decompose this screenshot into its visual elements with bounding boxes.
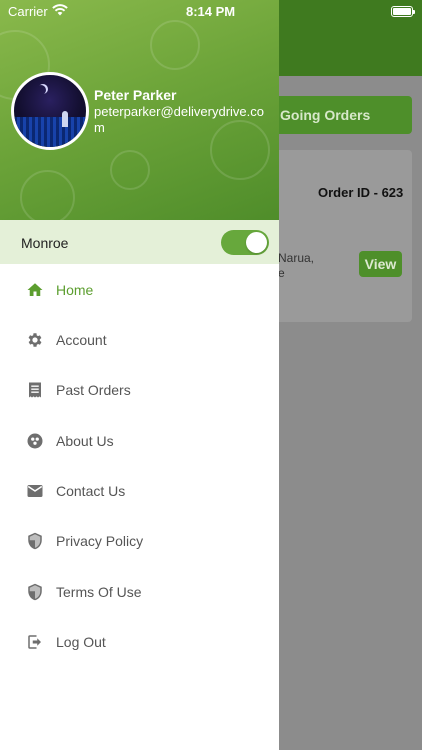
user-email: peterparker@deliverydrive.com	[94, 104, 264, 135]
side-drawer: Peter Parker peterparker@deliverydrive.c…	[0, 0, 279, 750]
menu-item-label: Terms Of Use	[56, 584, 142, 600]
drawer-header: Peter Parker peterparker@deliverydrive.c…	[0, 0, 279, 220]
menu-item-label: Log Out	[56, 634, 106, 650]
menu-item-log-out[interactable]: Log Out	[0, 617, 279, 667]
user-name: Peter Parker	[94, 87, 177, 103]
status-bar: Carrier 8:14 PM	[0, 0, 422, 24]
menu-item-home[interactable]: Home	[0, 265, 279, 315]
receipt-icon	[26, 381, 44, 399]
menu-item-label: Contact Us	[56, 483, 126, 499]
location-row: Monroe	[0, 220, 279, 264]
mail-icon	[26, 482, 44, 500]
menu-item-privacy-policy[interactable]: Privacy Policy	[0, 516, 279, 566]
shield-icon	[26, 532, 44, 550]
shield-icon	[26, 583, 44, 601]
logout-icon	[26, 633, 44, 651]
location-label: Monroe	[21, 235, 69, 251]
menu-item-label: Past Orders	[56, 382, 131, 398]
menu-item-past-orders[interactable]: Past Orders	[0, 365, 279, 415]
menu-item-terms-of-use[interactable]: Terms Of Use	[0, 567, 279, 617]
menu-item-label: Account	[56, 332, 107, 348]
gear-icon	[26, 331, 44, 349]
battery-icon	[391, 6, 415, 17]
menu-item-label: About Us	[56, 433, 114, 449]
menu-item-about-us[interactable]: About Us	[0, 416, 279, 466]
carrier-label: Carrier	[8, 4, 48, 19]
location-toggle[interactable]	[221, 230, 269, 255]
menu-item-contact-us[interactable]: Contact Us	[0, 466, 279, 516]
avatar[interactable]	[11, 72, 89, 150]
home-icon	[26, 281, 44, 299]
clock: 8:14 PM	[186, 4, 236, 19]
group-icon	[26, 432, 44, 450]
menu-item-label: Privacy Policy	[56, 533, 144, 549]
wifi-icon	[52, 4, 68, 19]
menu-item-label: Home	[56, 282, 94, 298]
menu-item-account[interactable]: Account	[0, 315, 279, 365]
drawer-scrim[interactable]	[279, 0, 422, 750]
